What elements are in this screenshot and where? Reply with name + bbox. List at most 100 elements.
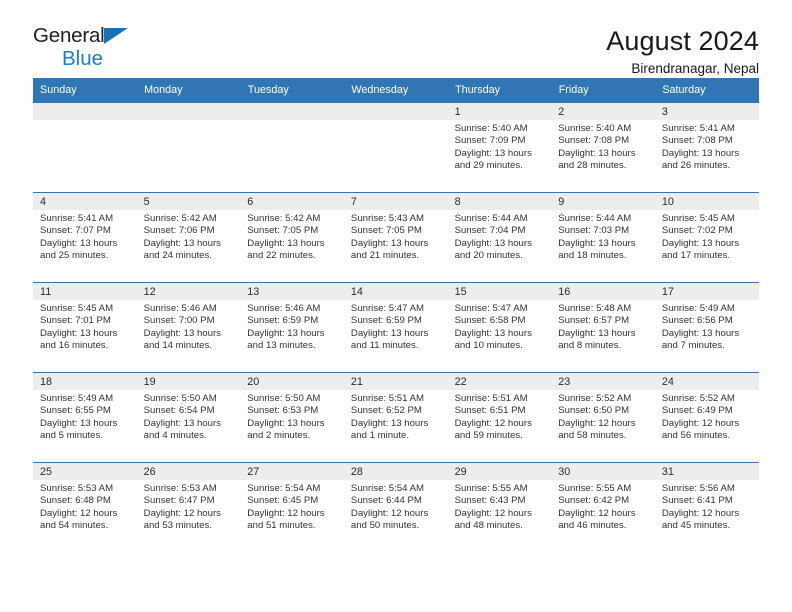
sunrise-time: Sunrise: 5:47 AM xyxy=(350,303,424,314)
day-cell-inner: 11 Sunrise: 5:45 AM Sunset: 7:01 PM Dayligh… xyxy=(33,283,137,353)
sunset-time: Sunset: 7:05 PM xyxy=(247,225,319,237)
day-details: Sunrise: 5:42 AM Sunset: 7:05 PM Daylight:… xyxy=(240,210,344,263)
day-number: 16 xyxy=(551,283,655,300)
calendar-day-cell[interactable]: 19 Sunrise: 5:50 AM Sunset: 6:54 PM Dayligh… xyxy=(136,372,241,463)
general-blue-logo[interactable]: General Blue xyxy=(33,25,141,72)
calendar-day-cell[interactable]: 17 Sunrise: 5:49 AM Sunset: 6:56 PM Dayligh… xyxy=(654,282,759,373)
day-number: 10 xyxy=(654,193,759,210)
day-details: Sunrise: 5:40 AM Sunset: 7:08 PM Daylight:… xyxy=(551,120,655,173)
sunset-time: Sunset: 6:47 PM xyxy=(143,495,215,507)
sunrise-time: Sunrise: 5:45 AM xyxy=(40,303,114,314)
daylight-duration-line2: and 58 minutes. xyxy=(558,430,627,442)
calendar-day-cell[interactable]: 6 Sunrise: 5:42 AM Sunset: 7:05 PM Daylight… xyxy=(240,192,344,283)
sunrise-time: Sunrise: 5:55 AM xyxy=(558,483,632,494)
day-cell-inner: 18 Sunrise: 5:49 AM Sunset: 6:55 PM Dayligh… xyxy=(33,373,137,443)
calendar-day-cell[interactable]: 18 Sunrise: 5:49 AM Sunset: 6:55 PM Dayligh… xyxy=(33,372,137,463)
daylight-duration-line2: and 13 minutes. xyxy=(247,340,316,352)
day-details: Sunrise: 5:54 AM Sunset: 6:44 PM Daylight:… xyxy=(344,480,448,533)
day-details: Sunrise: 5:43 AM Sunset: 7:05 PM Daylight:… xyxy=(344,210,448,263)
calendar-day-cell[interactable]: 25 Sunrise: 5:53 AM Sunset: 6:48 PM Dayligh… xyxy=(33,462,137,553)
daylight-duration-line1: Daylight: 13 hours xyxy=(247,237,325,249)
page-subtitle: Birendranagar, Nepal xyxy=(631,61,759,77)
sunrise-time: Sunrise: 5:48 AM xyxy=(558,303,632,314)
day-number: 26 xyxy=(136,463,241,480)
sunset-time: Sunset: 6:43 PM xyxy=(454,495,526,507)
sunset-time: Sunset: 7:07 PM xyxy=(40,225,111,237)
daylight-duration-line1: Daylight: 13 hours xyxy=(40,237,118,249)
day-number: 1 xyxy=(447,103,552,120)
daylight-duration-line2: and 16 minutes. xyxy=(40,340,109,352)
calendar-day-cell[interactable]: 22 Sunrise: 5:51 AM Sunset: 6:51 PM Dayligh… xyxy=(447,372,552,463)
day-cell-inner: 26 Sunrise: 5:53 AM Sunset: 6:47 PM Dayligh… xyxy=(136,463,241,533)
day-number: 17 xyxy=(654,283,759,300)
calendar-day-cell[interactable]: 24 Sunrise: 5:52 AM Sunset: 6:49 PM Dayligh… xyxy=(654,372,759,463)
day-cell-inner: 5 Sunrise: 5:42 AM Sunset: 7:06 PM Daylight… xyxy=(136,193,241,263)
calendar-day-cell[interactable]: 11 Sunrise: 5:45 AM Sunset: 7:01 PM Dayligh… xyxy=(33,282,137,373)
sunset-time: Sunset: 7:02 PM xyxy=(661,225,733,237)
day-details: Sunrise: 5:42 AM Sunset: 7:06 PM Daylight:… xyxy=(137,210,241,263)
day-details: Sunrise: 5:45 AM Sunset: 7:02 PM Daylight:… xyxy=(655,210,759,263)
calendar-day-cell[interactable]: 1 Sunrise: 5:40 AM Sunset: 7:09 PM Daylight… xyxy=(447,102,552,193)
calendar-day-cell[interactable]: 20 Sunrise: 5:50 AM Sunset: 6:53 PM Dayligh… xyxy=(240,372,344,463)
day-cell-inner: 9 Sunrise: 5:44 AM Sunset: 7:03 PM Daylight… xyxy=(551,193,655,263)
calendar-day-cell[interactable]: 28 Sunrise: 5:54 AM Sunset: 6:44 PM Dayligh… xyxy=(343,462,448,553)
calendar-day-cell-empty xyxy=(240,102,344,193)
day-cell-inner: 13 Sunrise: 5:46 AM Sunset: 6:59 PM Dayligh… xyxy=(240,283,344,353)
calendar-day-cell-empty xyxy=(136,102,241,193)
sunrise-time: Sunrise: 5:51 AM xyxy=(454,393,528,404)
day-number: 2 xyxy=(551,103,655,120)
daylight-duration-line2: and 26 minutes. xyxy=(661,160,731,172)
day-details: Sunrise: 5:55 AM Sunset: 6:43 PM Daylight:… xyxy=(448,480,552,533)
daylight-duration-line1: Daylight: 13 hours xyxy=(661,327,740,339)
day-number: 27 xyxy=(240,463,344,480)
calendar-header-row: Sunday Monday Tuesday Wednesday Thursday… xyxy=(33,78,759,103)
calendar-day-cell[interactable]: 30 Sunrise: 5:55 AM Sunset: 6:42 PM Dayligh… xyxy=(551,462,655,553)
sunrise-time: Sunrise: 5:44 AM xyxy=(558,213,632,224)
calendar-day-cell[interactable]: 31 Sunrise: 5:56 AM Sunset: 6:41 PM Dayligh… xyxy=(654,462,759,553)
sunrise-time: Sunrise: 5:44 AM xyxy=(454,213,528,224)
calendar-day-cell[interactable]: 10 Sunrise: 5:45 AM Sunset: 7:02 PM Dayligh… xyxy=(654,192,759,283)
calendar-week-row: 18 Sunrise: 5:49 AM Sunset: 6:55 PM Dayligh… xyxy=(33,372,759,463)
day-cell-inner: 4 Sunrise: 5:41 AM Sunset: 7:07 PM Daylight… xyxy=(33,193,137,263)
title-block: August 2024 Birendranagar, Nepal xyxy=(606,26,759,77)
calendar-day-cell[interactable]: 14 Sunrise: 5:47 AM Sunset: 6:59 PM Dayligh… xyxy=(343,282,448,373)
day-details: Sunrise: 5:52 AM Sunset: 6:49 PM Daylight:… xyxy=(655,390,759,443)
calendar-day-cell[interactable]: 29 Sunrise: 5:55 AM Sunset: 6:43 PM Dayligh… xyxy=(447,462,552,553)
calendar-day-cell[interactable]: 4 Sunrise: 5:41 AM Sunset: 7:07 PM Daylight… xyxy=(33,192,137,283)
day-number: 22 xyxy=(447,373,552,390)
daylight-duration-line2: and 59 minutes. xyxy=(454,430,523,442)
calendar-day-cell[interactable]: 13 Sunrise: 5:46 AM Sunset: 6:59 PM Dayligh… xyxy=(240,282,344,373)
calendar-day-cell[interactable]: 7 Sunrise: 5:43 AM Sunset: 7:05 PM Daylight… xyxy=(343,192,448,283)
day-cell-inner xyxy=(33,103,137,120)
calendar-day-cell[interactable]: 8 Sunrise: 5:44 AM Sunset: 7:04 PM Daylight… xyxy=(447,192,552,283)
calendar-day-cell[interactable]: 21 Sunrise: 5:51 AM Sunset: 6:52 PM Dayligh… xyxy=(343,372,448,463)
day-details: Sunrise: 5:47 AM Sunset: 6:58 PM Daylight:… xyxy=(448,300,552,353)
calendar-day-cell[interactable]: 15 Sunrise: 5:47 AM Sunset: 6:58 PM Dayligh… xyxy=(447,282,552,373)
day-cell-inner: 12 Sunrise: 5:46 AM Sunset: 7:00 PM Dayligh… xyxy=(136,283,241,353)
sunset-time: Sunset: 6:45 PM xyxy=(247,495,319,507)
sunrise-time: Sunrise: 5:51 AM xyxy=(350,393,424,404)
calendar-day-cell[interactable]: 27 Sunrise: 5:54 AM Sunset: 6:45 PM Dayligh… xyxy=(240,462,344,553)
day-number xyxy=(33,103,137,120)
calendar-day-cell[interactable]: 26 Sunrise: 5:53 AM Sunset: 6:47 PM Dayligh… xyxy=(136,462,241,553)
calendar-grid: Sunday Monday Tuesday Wednesday Thursday… xyxy=(33,78,759,553)
calendar-day-cell[interactable]: 12 Sunrise: 5:46 AM Sunset: 7:00 PM Dayligh… xyxy=(136,282,241,373)
calendar-day-cell[interactable]: 16 Sunrise: 5:48 AM Sunset: 6:57 PM Dayligh… xyxy=(551,282,655,373)
sunset-time: Sunset: 6:41 PM xyxy=(661,495,733,507)
sunset-time: Sunset: 6:44 PM xyxy=(350,495,422,507)
day-cell-inner: 14 Sunrise: 5:47 AM Sunset: 6:59 PM Dayligh… xyxy=(343,283,448,353)
calendar-day-cell[interactable]: 23 Sunrise: 5:52 AM Sunset: 6:50 PM Dayligh… xyxy=(551,372,655,463)
sunset-time: Sunset: 7:00 PM xyxy=(143,315,215,327)
calendar-day-cell[interactable]: 9 Sunrise: 5:44 AM Sunset: 7:03 PM Daylight… xyxy=(551,192,655,283)
daylight-duration-line1: Daylight: 13 hours xyxy=(350,417,429,429)
daylight-duration-line2: and 1 minute. xyxy=(350,430,410,442)
sunset-time: Sunset: 7:04 PM xyxy=(454,225,526,237)
calendar-day-cell[interactable]: 5 Sunrise: 5:42 AM Sunset: 7:06 PM Daylight… xyxy=(136,192,241,283)
daylight-duration-line1: Daylight: 13 hours xyxy=(558,237,636,249)
day-number: 18 xyxy=(33,373,137,390)
day-cell-inner: 17 Sunrise: 5:49 AM Sunset: 6:56 PM Dayligh… xyxy=(654,283,759,353)
weekday-header-friday: Friday xyxy=(551,78,656,103)
calendar-day-cell[interactable]: 2 Sunrise: 5:40 AM Sunset: 7:08 PM Daylight… xyxy=(551,102,655,193)
calendar-day-cell[interactable]: 3 Sunrise: 5:41 AM Sunset: 7:08 PM Daylight… xyxy=(654,102,759,193)
daylight-duration-line2: and 53 minutes. xyxy=(143,520,212,532)
